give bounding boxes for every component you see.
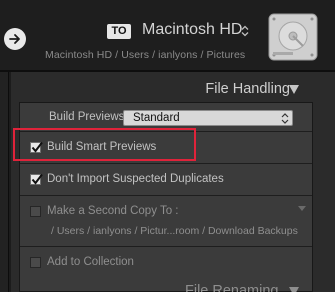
second-copy-row: Make a Second Copy To : / Users / ianlyo… bbox=[20, 196, 312, 247]
add-to-collection-row: Add to Collection bbox=[20, 247, 312, 277]
build-previews-value: Standard bbox=[133, 112, 180, 124]
triangle-down-icon[interactable] bbox=[289, 287, 299, 292]
to-badge: TO bbox=[107, 24, 131, 39]
dont-import-duplicates-checkbox[interactable] bbox=[30, 173, 43, 185]
file-handling-panel: File Handling Build Previews Standard Bu… bbox=[11, 72, 335, 292]
triangle-down-icon[interactable] bbox=[298, 206, 306, 211]
highlight-box bbox=[13, 128, 196, 161]
destination-path: Macintosh HD / Users / ianlyons / Pictur… bbox=[45, 49, 246, 61]
arrow-right-icon[interactable] bbox=[4, 28, 26, 50]
chevron-updown-icon[interactable] bbox=[241, 25, 249, 37]
chevron-updown-icon bbox=[281, 113, 289, 124]
file-renaming-title[interactable]: File Renaming bbox=[185, 283, 279, 292]
dont-import-duplicates-label: Don't Import Suspected Duplicates bbox=[47, 173, 224, 185]
add-to-collection-label: Add to Collection bbox=[47, 256, 134, 268]
destination-title[interactable]: Macintosh HD bbox=[142, 21, 242, 39]
dont-import-duplicates-row: Don't Import Suspected Duplicates bbox=[20, 164, 312, 196]
destination-header: TO Macintosh HD Macintosh HD / Users / i… bbox=[0, 0, 335, 70]
second-copy-label: Make a Second Copy To : bbox=[47, 205, 179, 217]
second-copy-checkbox[interactable] bbox=[30, 206, 41, 217]
hard-drive-icon bbox=[268, 13, 318, 61]
panel-title[interactable]: File Handling bbox=[205, 81, 290, 97]
build-previews-select[interactable]: Standard bbox=[123, 110, 293, 126]
second-copy-path: / Users / ianlyons / Pictur...room / Dow… bbox=[51, 225, 298, 237]
checkmark-icon bbox=[31, 173, 43, 185]
triangle-down-icon[interactable] bbox=[289, 85, 299, 94]
build-previews-label: Build Previews bbox=[49, 111, 125, 123]
left-panel-edge bbox=[0, 72, 9, 292]
add-to-collection-checkbox[interactable] bbox=[30, 257, 41, 268]
